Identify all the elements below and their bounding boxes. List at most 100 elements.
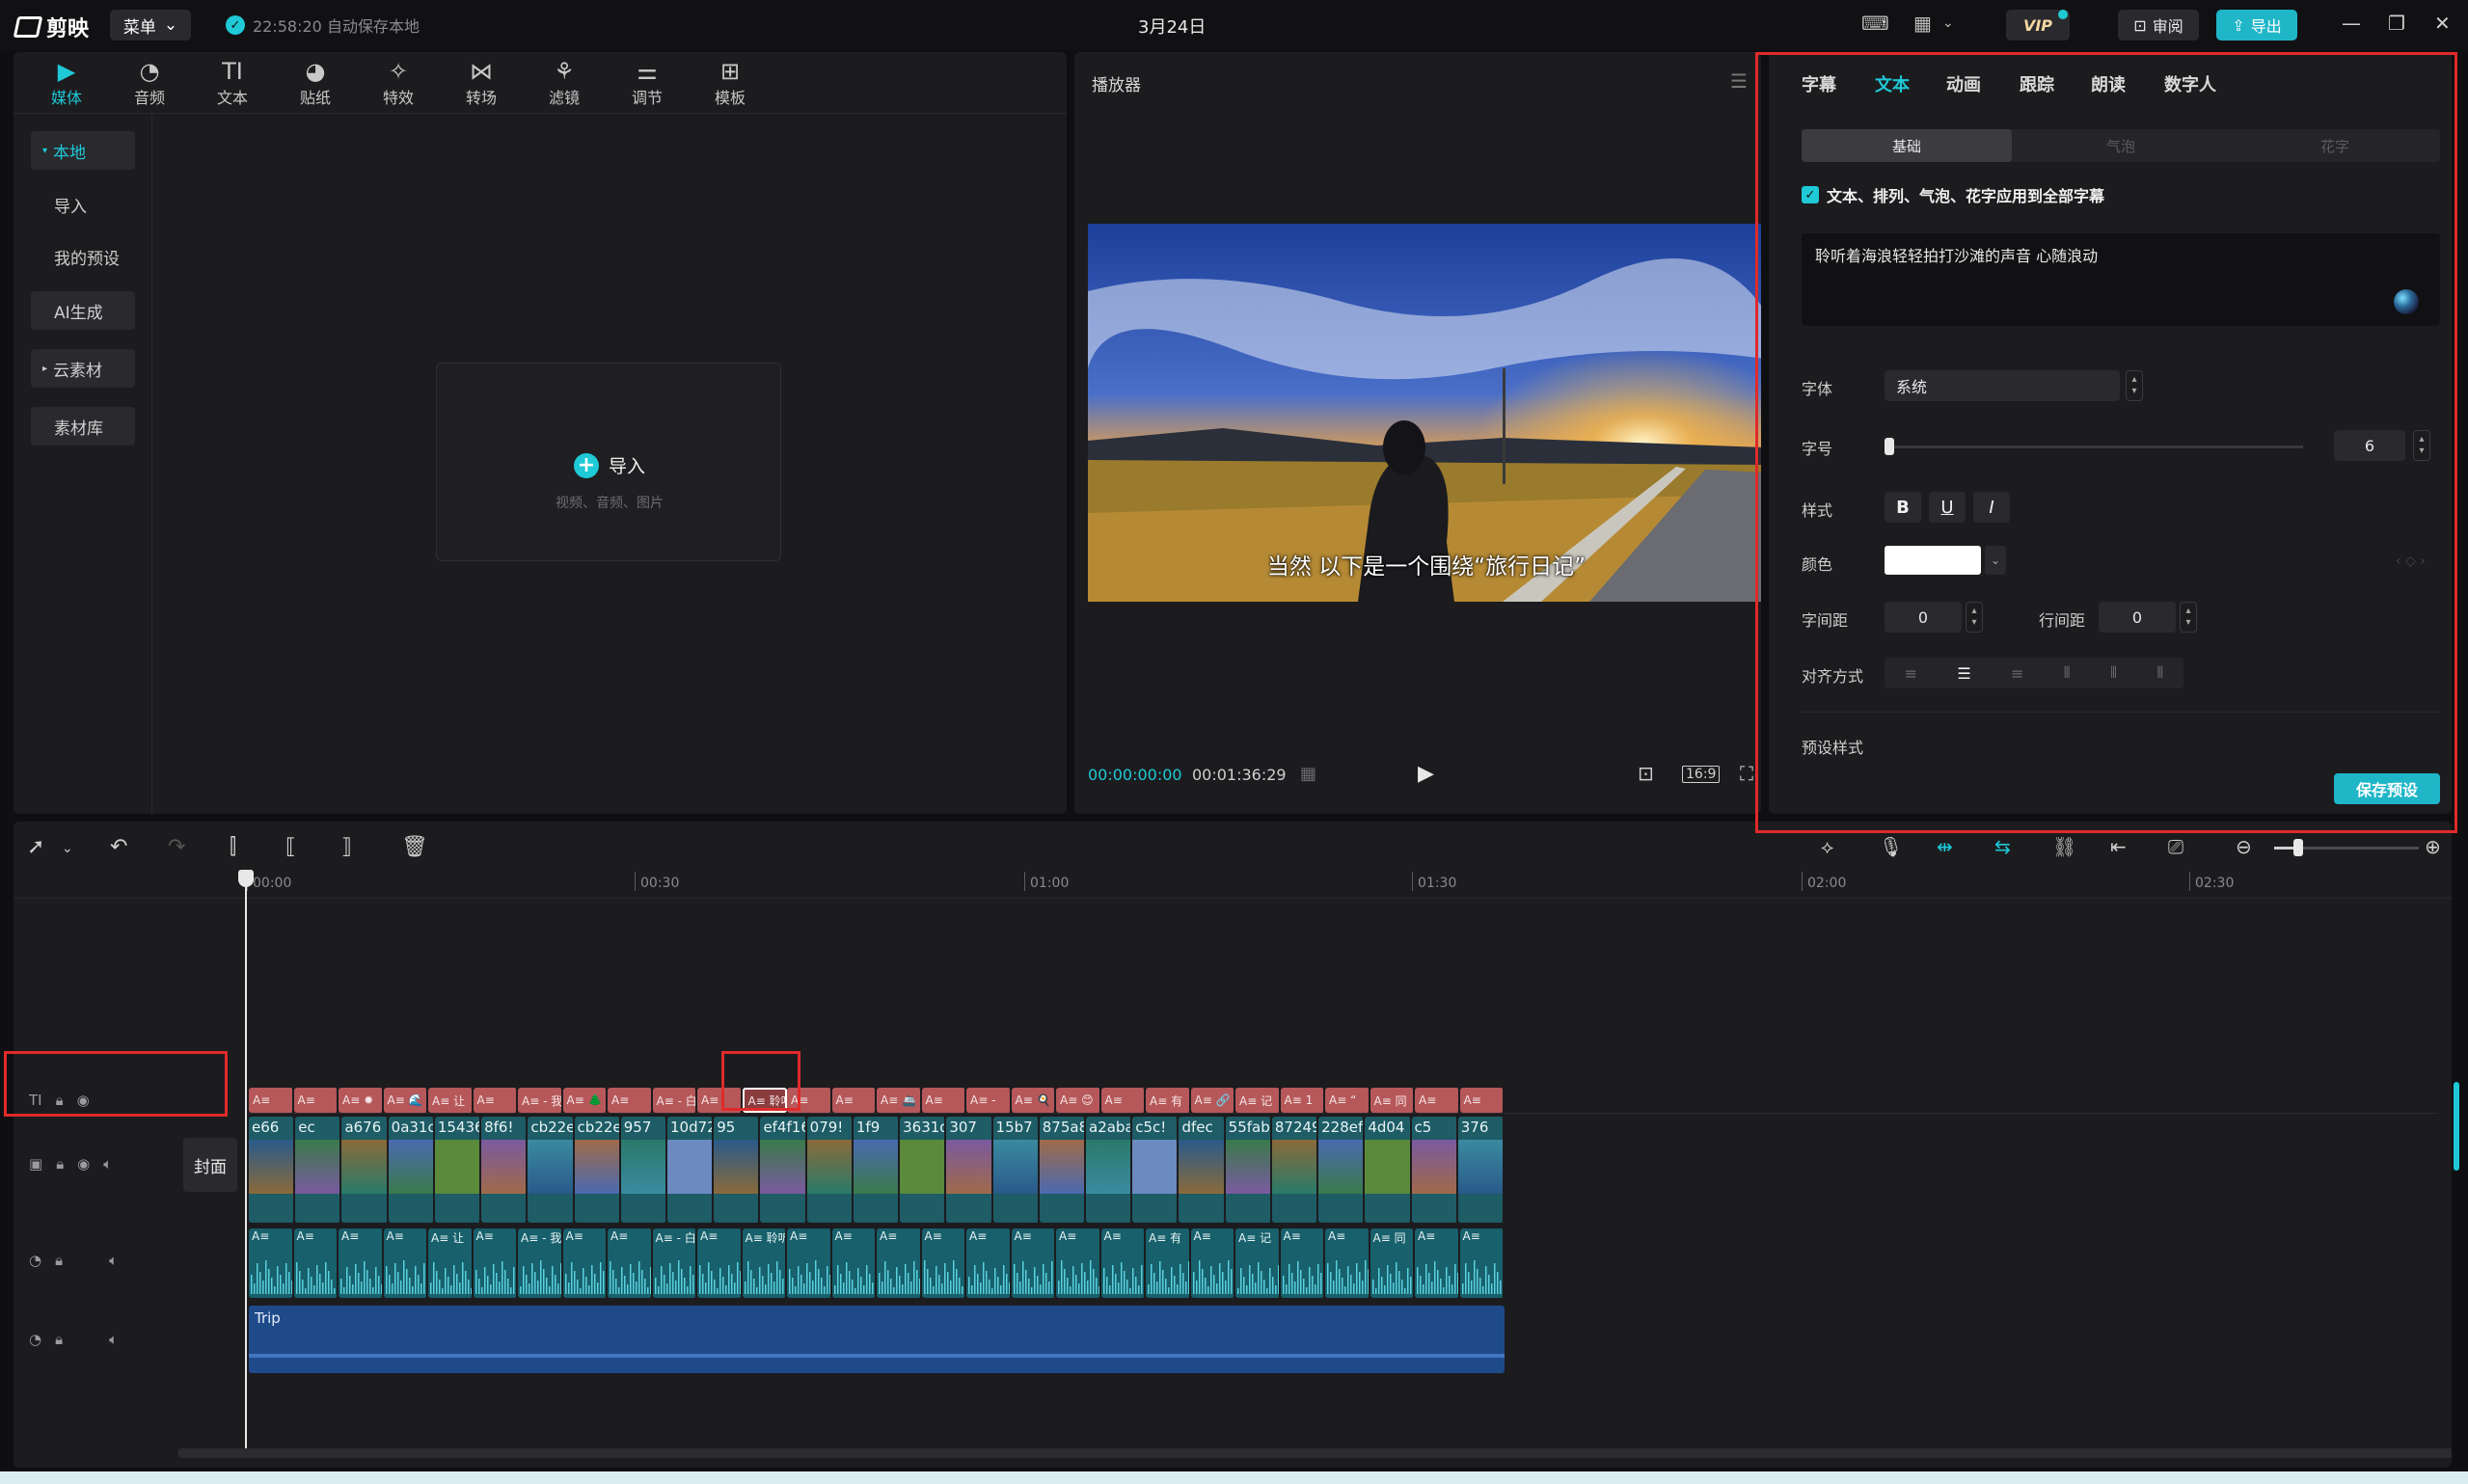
split-icon[interactable]: ⫿ — [230, 835, 236, 859]
auto-snap-icon[interactable]: ⇆ — [1994, 835, 2011, 858]
audio-clip[interactable]: A≡ — [608, 1228, 653, 1298]
audio-clip[interactable]: A≡ — [1459, 1228, 1505, 1298]
text-clip[interactable]: A≡ — [473, 1088, 518, 1113]
minimize-icon[interactable]: — — [2342, 12, 2361, 35]
audio-clip[interactable]: A≡ — [1280, 1228, 1325, 1298]
audio-clip[interactable]: A≡ — [1190, 1228, 1235, 1298]
lock-icon[interactable]: 🔒︎ — [56, 1155, 64, 1173]
text-clip[interactable]: A≡ 🍳 — [1011, 1088, 1056, 1113]
audio-clip[interactable]: A≡ 记 — [1235, 1228, 1281, 1298]
export-button[interactable]: ⇪ 导出 — [2216, 10, 2297, 40]
audio-clip[interactable]: A≡ — [473, 1228, 518, 1298]
text-clip[interactable]: A≡ — [293, 1088, 339, 1113]
text-clip[interactable]: A≡ 1 — [1280, 1088, 1325, 1113]
audio-clip[interactable]: A≡ — [1056, 1228, 1101, 1298]
trim-right-icon[interactable]: ⟧ — [341, 835, 352, 859]
audio-clip[interactable]: A≡ — [831, 1228, 877, 1298]
preview-axis-icon[interactable]: ⎚ — [2168, 835, 2183, 858]
video-clip[interactable]: 1f9 — [853, 1117, 901, 1223]
menu-button[interactable]: 菜单 ⌄ — [110, 10, 191, 40]
sidebar-item-my-presets[interactable]: 我的预设 — [31, 237, 135, 276]
sidebar-item-local[interactable]: ▾ 本地 — [31, 131, 135, 170]
restore-icon[interactable]: ❐ — [2388, 12, 2405, 35]
trim-left-icon[interactable]: ⟦ — [285, 835, 296, 859]
video-preview[interactable]: 当然 以下是一个围绕“旅行日记” — [1088, 224, 1761, 602]
tab-adjust[interactable]: ⚌ 调节 — [613, 58, 681, 108]
shortcut-keyboard-icon[interactable]: ⌨ — [1861, 12, 1889, 35]
sidebar-item-cloud[interactable]: ▸ 云素材 — [31, 349, 135, 388]
vertical-scrollbar[interactable] — [2454, 1082, 2459, 1171]
redo-icon[interactable]: ↷ — [168, 835, 185, 859]
screenshot-focus-icon[interactable]: ⊡ — [1638, 762, 1654, 785]
audio-clip[interactable]: A≡ 让 — [428, 1228, 474, 1298]
text-clip[interactable]: A≡ 🚢 — [877, 1088, 922, 1113]
video-clip[interactable]: 8f6! — [481, 1117, 529, 1223]
link-icon[interactable]: ⛓ — [2052, 835, 2076, 858]
aspect-ratio-button[interactable]: 16:9 — [1682, 766, 1721, 783]
audio-clip[interactable]: A≡ — [921, 1228, 966, 1298]
text-clip[interactable]: A≡ — [1100, 1088, 1146, 1113]
tab-effects[interactable]: ✧ 特效 — [365, 58, 432, 108]
audio-clip[interactable]: A≡ — [339, 1228, 384, 1298]
audio-clip[interactable]: A≡ — [877, 1228, 922, 1298]
tab-template[interactable]: ⊞ 模板 — [696, 58, 764, 108]
playhead-handle[interactable] — [238, 870, 254, 887]
time-ruler[interactable]: 00:00 00:30 01:00 01:30 02:00 02:30 — [14, 870, 2452, 899]
video-clip[interactable]: 15b7 — [992, 1117, 1040, 1223]
microphone-icon[interactable]: 🎙 — [1879, 835, 1903, 858]
video-clip[interactable]: ef4f16! — [760, 1117, 807, 1223]
split-preview-icon[interactable]: ⇤ — [2110, 835, 2127, 858]
video-clip[interactable]: cb22e1 — [574, 1117, 621, 1223]
audio-clip[interactable]: A≡ — [1100, 1228, 1146, 1298]
video-clip[interactable]: dfec — [1179, 1117, 1226, 1223]
sidebar-item-import[interactable]: 导入 — [31, 185, 135, 224]
text-clip[interactable]: A≡ - — [966, 1088, 1012, 1113]
eye-icon[interactable]: ◉ — [77, 1155, 90, 1173]
audio-clip[interactable]: A≡ — [249, 1228, 294, 1298]
close-icon[interactable]: ✕ — [2434, 12, 2451, 35]
video-clip[interactable]: 10d721 — [667, 1117, 715, 1223]
tab-sticker[interactable]: ◕ 贴纸 — [282, 58, 349, 108]
undo-icon[interactable]: ↶ — [110, 835, 127, 859]
text-clip[interactable]: A≡ — [608, 1088, 653, 1113]
chevron-down-icon[interactable]: ⌄ — [62, 841, 73, 856]
audio-clip[interactable]: A≡ — [1011, 1228, 1056, 1298]
speaker-icon[interactable]: 🔈︎ — [109, 1331, 118, 1348]
audio-clip[interactable]: A≡ 同 — [1370, 1228, 1415, 1298]
menu-lines-icon[interactable]: ☰ — [1730, 69, 1748, 93]
timeline-view-icon[interactable]: ▦ — [1300, 764, 1316, 784]
tab-transition[interactable]: ⋈ 转场 — [447, 58, 515, 108]
main-track-link-icon[interactable]: ⇹ — [1937, 835, 1953, 858]
text-clip[interactable]: A≡ 🔗 — [1190, 1088, 1235, 1113]
audio-clip[interactable]: A≡ - 白 — [652, 1228, 697, 1298]
delete-icon[interactable]: 🗑 — [401, 835, 428, 859]
text-clip[interactable]: A≡ 🌲 — [562, 1088, 608, 1113]
zoom-in-icon[interactable]: ⊕ — [2425, 835, 2441, 858]
layout-icon[interactable]: ▦ — [1913, 12, 1932, 35]
text-clip[interactable]: A≡ — [921, 1088, 966, 1113]
lock-icon[interactable]: 🔒︎ — [55, 1252, 63, 1269]
video-clip[interactable]: ec — [295, 1117, 342, 1223]
video-clip[interactable]: 228efbfb89 — [1318, 1117, 1366, 1223]
tab-media[interactable]: ▶ 媒体 — [33, 58, 100, 108]
video-clip[interactable]: 95 — [714, 1117, 761, 1223]
playhead[interactable] — [245, 870, 247, 1448]
audio-clip[interactable]: A≡ — [562, 1228, 608, 1298]
music-clip[interactable]: Trip — [249, 1306, 1505, 1373]
text-clip[interactable]: A≡ 😊 — [1056, 1088, 1101, 1113]
fullscreen-icon[interactable]: ⛶ — [1740, 762, 1753, 785]
sidebar-item-library[interactable]: 素材库 — [31, 407, 135, 445]
sidebar-item-ai-generate[interactable]: AI生成 — [31, 291, 135, 330]
zoom-out-icon[interactable]: ⊖ — [2236, 835, 2252, 858]
video-clip[interactable]: cb22e! — [528, 1117, 575, 1223]
video-clip[interactable]: a676 — [341, 1117, 389, 1223]
speaker-icon[interactable]: 🔈︎ — [103, 1155, 112, 1173]
audio-clip[interactable]: A≡ — [697, 1228, 743, 1298]
video-clip[interactable]: 15436 — [434, 1117, 482, 1223]
lock-icon[interactable]: 🔒︎ — [55, 1331, 63, 1348]
text-clip[interactable]: A≡ 让 — [428, 1088, 474, 1113]
text-clip[interactable]: A≡ “ — [1325, 1088, 1370, 1113]
video-clip[interactable]: e66 — [249, 1117, 296, 1223]
tab-filter[interactable]: ⚘ 滤镜 — [530, 58, 598, 108]
video-clip[interactable]: c5 — [1411, 1117, 1458, 1223]
